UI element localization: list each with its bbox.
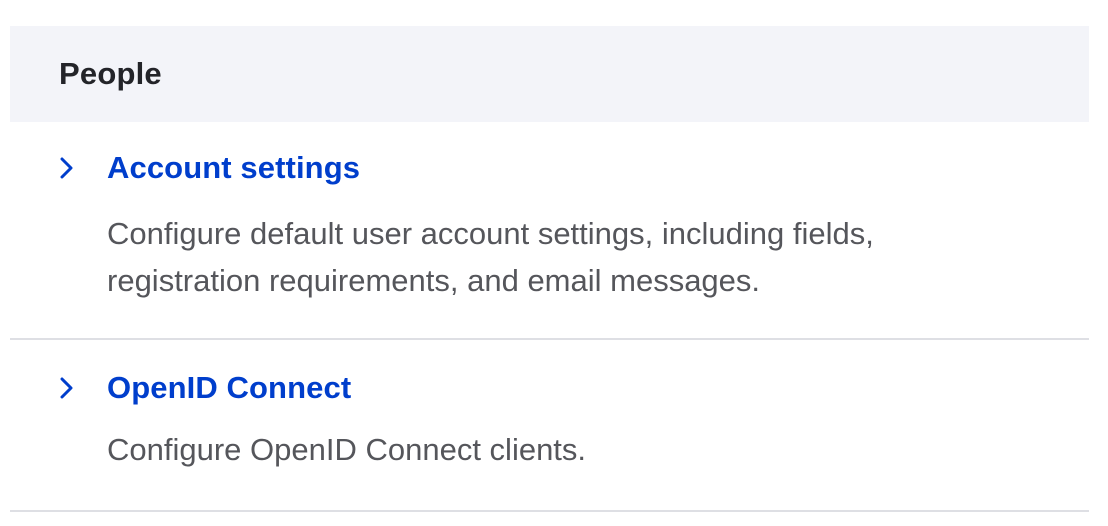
chevron-right-icon	[60, 374, 82, 402]
account-settings-link[interactable]: Account settings	[60, 150, 360, 186]
account-settings-description-line-1: Configure default user account settings,…	[107, 216, 874, 251]
panel-header: People	[10, 26, 1089, 122]
openid-connect-link[interactable]: OpenID Connect	[60, 370, 351, 406]
panel-title: People	[59, 56, 162, 91]
openid-connect-description: Configure OpenID Connect clients.	[107, 432, 587, 467]
list-item-account-settings: Account settings Configure default user …	[10, 122, 1089, 340]
account-settings-description-line-2: registration requirements, and email mes…	[107, 263, 761, 298]
list-item-openid-connect: OpenID Connect Configure OpenID Connect …	[10, 340, 1089, 512]
people-panel: People Account settings Configure defaul…	[10, 26, 1089, 512]
account-settings-label: Account settings	[107, 150, 361, 185]
chevron-right-icon	[60, 154, 82, 182]
account-settings-description: Configure default user account settings,…	[107, 210, 1007, 304]
openid-connect-label: OpenID Connect	[107, 370, 352, 405]
